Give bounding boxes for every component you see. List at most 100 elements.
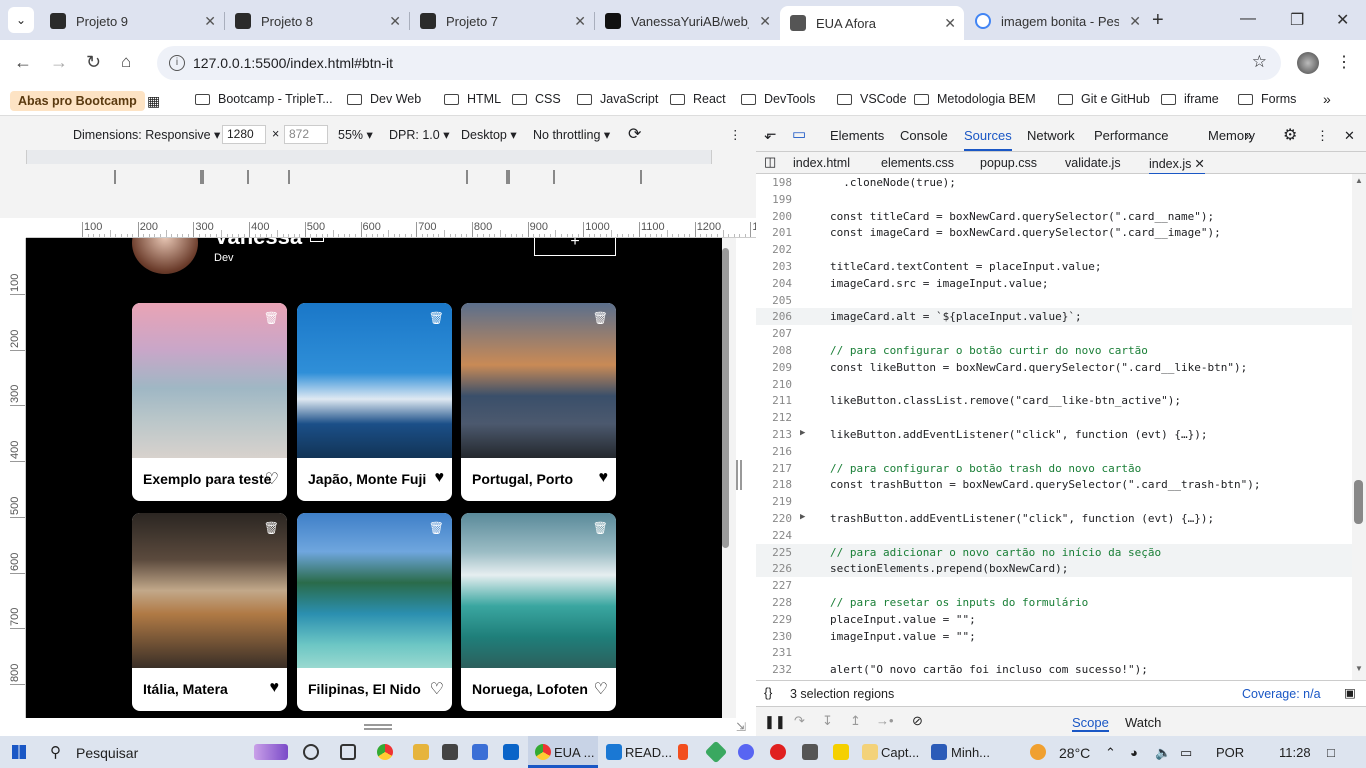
width-input[interactable]: 1280 (222, 125, 266, 144)
volume-icon[interactable]: 🔈 (1155, 745, 1171, 761)
card-image[interactable]: 🗑 (461, 513, 616, 668)
bookmark-folder[interactable]: HTML (444, 92, 501, 106)
line-number[interactable]: 204 (756, 277, 792, 290)
chrome-app-icon[interactable] (377, 744, 393, 760)
corner-resize-icon[interactable]: ⇲ (736, 720, 746, 734)
calculator-icon[interactable] (802, 744, 818, 760)
tab-watch[interactable]: Watch (1125, 715, 1161, 730)
zoom-select[interactable]: 55% ▾ (338, 127, 373, 142)
battery-icon[interactable]: ▭ (1180, 745, 1192, 761)
card-image[interactable]: 🗑 (297, 513, 452, 668)
discord-icon[interactable] (738, 744, 754, 760)
browser-tab[interactable]: EUA Afora ✕ (780, 6, 964, 40)
explorer-icon[interactable] (413, 744, 429, 760)
file-tab[interactable]: elements.css (881, 156, 954, 170)
bookmark-folder[interactable]: Git e GitHub (1058, 92, 1150, 106)
dock-icon[interactable]: ▣ (1344, 685, 1356, 700)
devtools-tab-performance[interactable]: Performance (1094, 128, 1168, 143)
reload-icon[interactable]: ↻ (86, 52, 101, 73)
code-line[interactable]: 226 sectionElements.prepend(boxNewCard); (756, 560, 1352, 578)
tab-search-button[interactable]: ⌄ (8, 7, 34, 33)
code-line[interactable]: 218 const trashButton = boxNewCard.queryS… (756, 476, 1352, 493)
trash-icon[interactable]: 🗑 (593, 521, 608, 535)
back-icon[interactable]: ← (14, 52, 32, 73)
vscode-icon[interactable] (606, 744, 622, 760)
scrollbar-thumb[interactable] (1354, 480, 1363, 524)
code-line[interactable]: 230 imageInput.value = ""; (756, 628, 1352, 645)
code-scrollbar[interactable]: ▲ ▼ (1352, 174, 1366, 680)
code-line[interactable]: 205 (756, 292, 1352, 309)
throttle-select[interactable]: No throttling ▾ (533, 127, 610, 142)
code-line[interactable]: 207 (756, 325, 1352, 342)
card-image[interactable]: 🗑 (297, 303, 452, 458)
line-number[interactable]: 208 (756, 344, 792, 357)
code-line[interactable]: 216 (756, 443, 1352, 460)
minimize-icon[interactable]: — (1240, 10, 1256, 28)
fold-arrow-icon[interactable]: ▶ (800, 512, 805, 522)
line-number[interactable]: 226 (756, 562, 792, 575)
outlook-icon[interactable] (503, 744, 519, 760)
code-line[interactable]: 219 (756, 493, 1352, 510)
code-line[interactable]: 231 (756, 644, 1352, 661)
taskbar-search[interactable]: Pesquisar (76, 745, 138, 761)
line-number[interactable]: 199 (756, 193, 792, 206)
line-number[interactable]: 216 (756, 445, 792, 458)
code-line[interactable]: 203 titleCard.textContent = placeInput.va… (756, 258, 1352, 275)
rotate-icon[interactable]: ⟳ (628, 124, 641, 144)
tray-chevron-icon[interactable]: ⌃ (1105, 745, 1116, 761)
url-input[interactable]: i 127.0.0.1:5500/index.html#btn-it ☆ (157, 46, 1281, 80)
heart-outline-icon[interactable]: ♡ (594, 679, 608, 699)
step-out-icon[interactable]: ↥ (850, 713, 861, 729)
browser-tab[interactable]: Projeto 7 ✕ (410, 6, 594, 36)
line-number[interactable]: 210 (756, 378, 792, 391)
line-number[interactable]: 217 (756, 462, 792, 475)
windows-start-icon[interactable] (12, 745, 26, 759)
toggle-navigator-icon[interactable]: ◫ (764, 154, 776, 170)
bookmark-folder[interactable]: React (670, 92, 726, 106)
code-line[interactable]: 225 // para adicionar o novo cartão no in… (756, 543, 1352, 561)
fold-arrow-icon[interactable]: ▶ (800, 428, 805, 438)
code-line[interactable]: 200 const titleCard = boxNewCard.querySel… (756, 208, 1352, 225)
line-number[interactable]: 218 (756, 478, 792, 491)
code-line[interactable]: 201 const imageCard = boxNewCard.querySel… (756, 224, 1352, 241)
code-line[interactable]: 199 (756, 191, 1352, 208)
line-number[interactable]: 220 (756, 512, 792, 525)
more-options-icon[interactable]: ⋮ (729, 127, 742, 142)
code-line[interactable]: 211 likeButton.classList.remove("card__li… (756, 392, 1352, 409)
bookmark-tab-group[interactable]: Abas pro Bootcamp (10, 91, 145, 111)
line-number[interactable]: 225 (756, 546, 792, 559)
line-number[interactable]: 203 (756, 260, 792, 273)
line-number[interactable]: 219 (756, 495, 792, 508)
card-image[interactable]: 🗑 (132, 303, 287, 458)
edit-profile-button[interactable] (310, 238, 324, 242)
code-line[interactable]: 220 ▶ trashButton.addEventListener("click"… (756, 510, 1352, 527)
trash-icon[interactable]: 🗑 (429, 521, 444, 535)
code-line[interactable]: 204 imageCard.src = imageInput.value; (756, 275, 1352, 292)
line-number[interactable]: 205 (756, 294, 792, 307)
code-line[interactable]: 198 .cloneNode(true); (756, 174, 1352, 191)
line-number[interactable]: 227 (756, 579, 792, 592)
new-tab-button[interactable]: + (1152, 9, 1164, 32)
taskbar-app-label[interactable]: Minh... (951, 745, 990, 760)
taskbar-app-label[interactable]: Capt... (881, 745, 919, 760)
step-over-icon[interactable]: ↷ (794, 713, 805, 729)
scrollbar-thumb[interactable] (722, 248, 729, 548)
line-number[interactable]: 201 (756, 226, 792, 239)
network-icon[interactable]: ◕ (1130, 745, 1138, 760)
devtools-tab-elements[interactable]: Elements (830, 128, 884, 143)
dpr-select[interactable]: DPR: 1.0 ▾ (389, 127, 449, 142)
devtools-tab-sources[interactable]: Sources (964, 128, 1012, 151)
more-bookmarks-icon[interactable]: » (1323, 91, 1331, 107)
sticky-notes-icon[interactable] (833, 744, 849, 760)
trash-icon[interactable]: 🗑 (264, 311, 279, 325)
bookmark-folder[interactable]: JavaScript (577, 92, 658, 106)
deactivate-breakpoints-icon[interactable]: ⊘ (912, 713, 923, 729)
line-number[interactable]: 200 (756, 210, 792, 223)
devtools-tab-network[interactable]: Network (1027, 128, 1075, 143)
close-devtools-icon[interactable]: ✕ (1344, 128, 1355, 144)
heart-outline-icon[interactable]: ♡ (430, 679, 444, 699)
line-number[interactable]: 209 (756, 361, 792, 374)
code-line[interactable]: 227 (756, 577, 1352, 594)
add-card-button[interactable]: + (534, 238, 616, 256)
bookmark-folder[interactable]: iframe (1161, 92, 1219, 106)
